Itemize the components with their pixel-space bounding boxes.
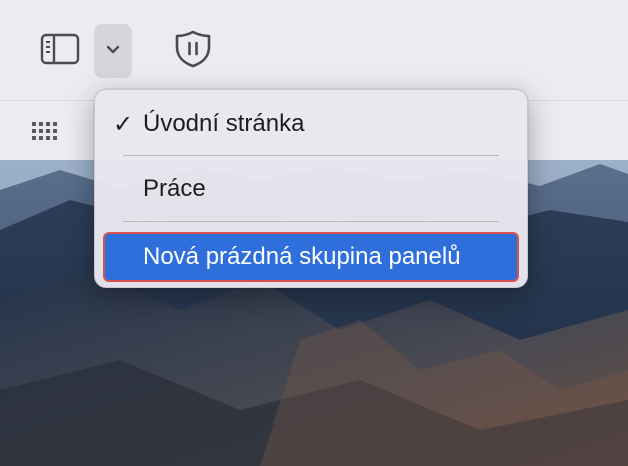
- tab-groups-menu: ✓ Úvodní stránka Práce Nová prázdná skup…: [94, 89, 528, 288]
- chevron-down-icon: [105, 42, 121, 60]
- menu-item-label: Nová prázdná skupina panelů: [143, 243, 461, 270]
- menu-item-new-empty-tab-group[interactable]: Nová prázdná skupina panelů: [105, 234, 517, 280]
- checkmark-icon: ✓: [112, 110, 134, 138]
- sidebar-icon: [40, 33, 80, 70]
- menu-separator: [123, 155, 499, 156]
- menu-item-work[interactable]: Práce: [105, 166, 517, 212]
- menu-item-label: Práce: [143, 175, 206, 202]
- tab-groups-button[interactable]: [94, 24, 132, 78]
- menu-item-label: Úvodní stránka: [143, 110, 305, 137]
- menu-separator: [123, 221, 499, 222]
- sidebar-toggle-button[interactable]: [32, 26, 88, 76]
- favorites-grid-button[interactable]: [26, 115, 64, 151]
- grid-icon: [31, 121, 59, 146]
- browser-toolbar: [0, 0, 628, 100]
- privacy-report-button[interactable]: [166, 26, 220, 76]
- shield-icon: [174, 29, 212, 74]
- menu-item-start-page[interactable]: ✓ Úvodní stránka: [105, 101, 517, 147]
